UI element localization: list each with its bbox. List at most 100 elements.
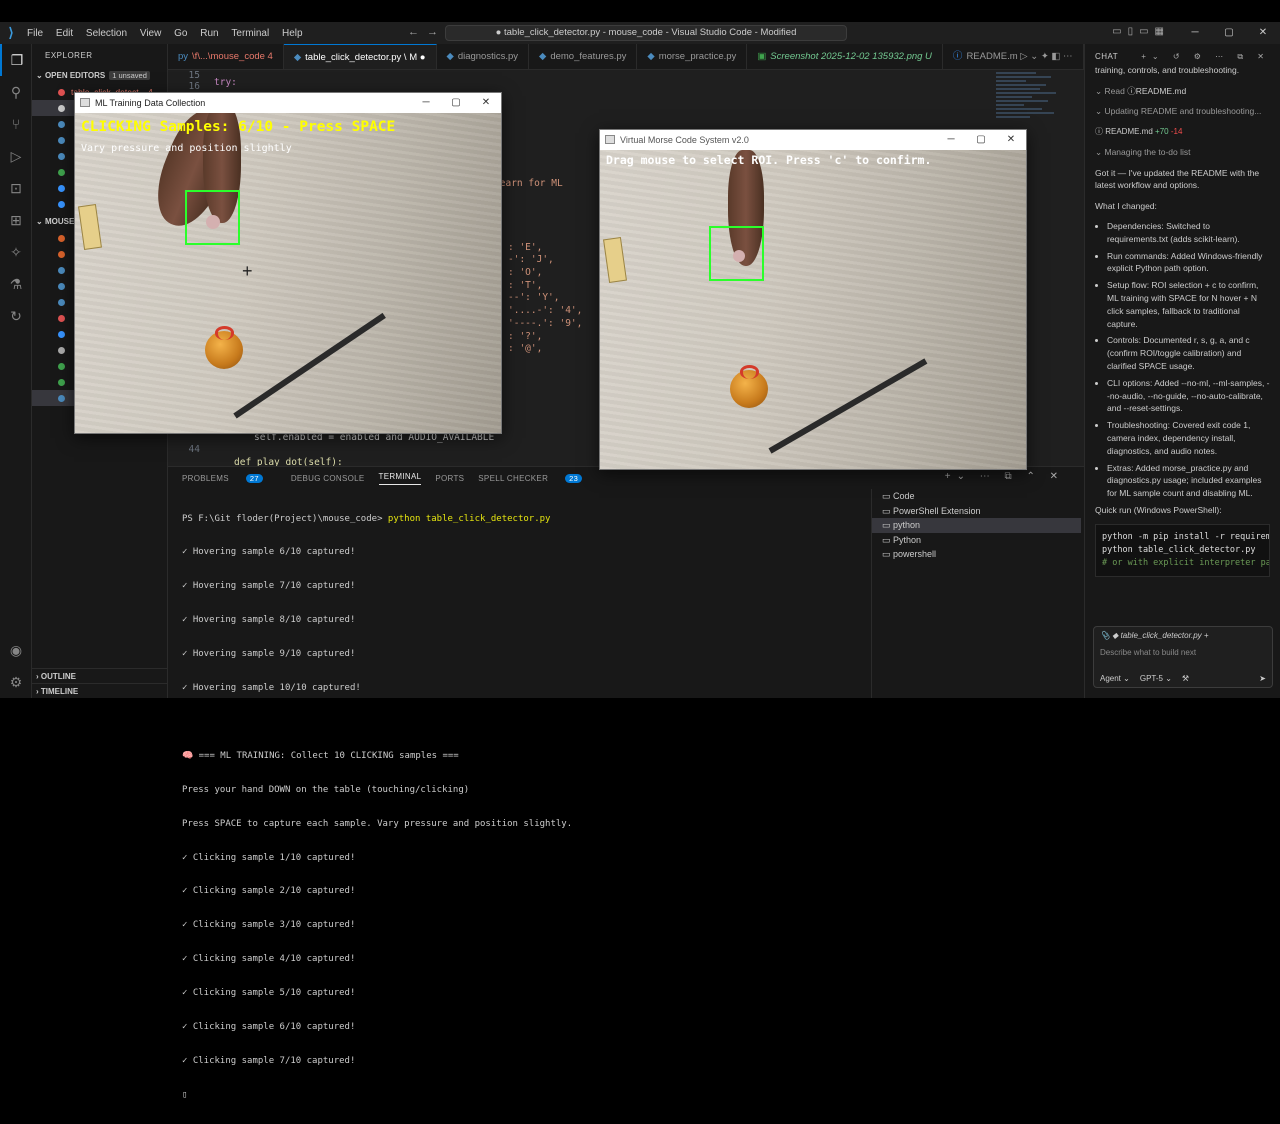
code-fragment: -': 'J', (508, 254, 554, 265)
nav-arrows[interactable]: ←→ (408, 26, 446, 38)
menu-edit[interactable]: Edit (51, 28, 78, 39)
layout-toggle-icons[interactable]: ▭▯▭▦ (1112, 26, 1170, 37)
live-share-icon[interactable]: ↻ (0, 300, 32, 332)
code-fragment: try: (214, 77, 237, 88)
menu-terminal[interactable]: Terminal (226, 28, 274, 39)
vscode-logo-icon: ⟩ (8, 25, 14, 40)
folder-label: MOUSE (44, 217, 75, 226)
search-icon[interactable]: ⚲ (0, 76, 32, 108)
chat-input-placeholder[interactable]: Describe what to build next (1094, 644, 1272, 661)
close-icon[interactable]: ✕ (1246, 22, 1280, 44)
tab-label: demo_features.py (550, 51, 627, 62)
tab-readme[interactable]: ⓘ README.m ▷ ⌄ ✦ ◧ ⋯ (943, 44, 1084, 69)
close-icon[interactable]: ✕ (471, 93, 501, 113)
maximize-icon[interactable]: ▢ (966, 130, 996, 150)
tab-terminal[interactable]: TERMINAL (378, 472, 422, 485)
tab-diagnostics[interactable]: ◆ diagnostics.py (437, 44, 530, 69)
remote-explorer-icon[interactable]: ⊡ (0, 172, 32, 204)
chat-read-step[interactable]: ⌄ Read ⓘREADME.md (1085, 85, 1280, 98)
config-file-icon (58, 251, 65, 259)
tab-table-click-detector[interactable]: ◆ table_click_detector.py \ M ● (283, 44, 437, 69)
terminal-line: Press SPACE to capture each sample. Vary… (182, 818, 573, 829)
testing-icon[interactable]: ⚗ (0, 268, 32, 300)
maximize-icon[interactable]: ▢ (1212, 22, 1246, 44)
terminal-item-code[interactable]: ▭ Code (872, 489, 1081, 504)
tools-icon[interactable]: ⚒ (1182, 674, 1189, 683)
minimize-icon[interactable]: ─ (936, 130, 966, 150)
morse-camera-feed[interactable]: Drag mouse to select ROI. Press 'c' to c… (600, 150, 1026, 469)
bottom-panel: PROBLEMS 27 DEBUG CONSOLE TERMINAL PORTS … (168, 466, 1084, 1100)
explorer-icon[interactable]: ❐ (0, 44, 32, 76)
menu-file[interactable]: File (22, 28, 48, 39)
chat-input-box[interactable]: 📎 ◆ table_click_detector.py + Describe w… (1093, 626, 1273, 688)
problems-count-badge: 27 (245, 473, 263, 483)
timeline-section[interactable]: › TIMELINE (32, 683, 168, 698)
info-file-icon (58, 201, 65, 209)
tab-spell-checker[interactable]: SPELL CHECKER 23 (478, 473, 596, 483)
panel-controls[interactable]: +⌄ ⋯ ⧉ ⌃ ✕ (945, 471, 1064, 482)
send-icon[interactable]: ➤ (1259, 674, 1266, 683)
ml-camera-feed[interactable]: + CLICKING Samples: 6/10 - Press SPACE V… (75, 113, 501, 433)
terminal-cursor: ▯ (182, 1089, 188, 1100)
roi-box[interactable] (185, 190, 240, 245)
close-icon[interactable]: ✕ (996, 130, 1026, 150)
account-icon[interactable]: ◉ (0, 634, 32, 666)
terminal-item-powershell-extension[interactable]: ▭ PowerShell Extension (872, 504, 1081, 519)
tab-label: Screenshot 2025-12-02 135932.png U (770, 51, 932, 62)
menu-go[interactable]: Go (169, 28, 192, 39)
tab-screenshot[interactable]: ▣ Screenshot 2025-12-02 135932.png U (747, 44, 943, 69)
morse-window-titlebar[interactable]: Virtual Morse Code System v2.0 ─ ▢ ✕ (600, 130, 1026, 150)
change-item: Extras: Added morse_practice.py and diag… (1107, 462, 1272, 500)
chat-header-controls[interactable]: +⌄ ↺ ⚙ ⋯ ⧉ ✕ (1141, 44, 1270, 70)
menu-selection[interactable]: Selection (81, 28, 132, 39)
menu-help[interactable]: Help (277, 28, 308, 39)
line-number: 15 (188, 70, 200, 81)
open-editors-section[interactable]: ⌄ OPEN EDITORS 1 unsaved (32, 68, 167, 84)
terminal-item-label: powershell (893, 549, 937, 560)
run-debug-icon[interactable]: ▷ (0, 140, 32, 172)
unsaved-dot-icon[interactable]: ● (420, 52, 426, 63)
manage-gear-icon[interactable]: ⚙ (0, 666, 32, 698)
tab-morse-practice[interactable]: ◆ morse_practice.py (637, 44, 748, 69)
code-block[interactable]: python -m pip install -r requirem python … (1095, 524, 1270, 578)
orange-ball (730, 365, 768, 408)
mode-dropdown[interactable]: Agent ⌄ (1100, 674, 1130, 683)
tab-label: \f\...\mouse_code 4 (192, 51, 273, 62)
terminal-item-python[interactable]: ▭ Python (872, 533, 1081, 548)
outline-section[interactable]: › OUTLINE (32, 668, 168, 683)
python-file-icon (58, 153, 65, 161)
tab-ports[interactable]: PORTS (435, 474, 464, 483)
tab-demo-features[interactable]: ◆ demo_features.py (529, 44, 638, 69)
terminal-item-python-active[interactable]: ▭ python (872, 518, 1081, 533)
terminal-item-powershell[interactable]: ▭ powershell (872, 547, 1081, 562)
tab-label: README.m (966, 51, 1018, 62)
tab-problems[interactable]: PROBLEMS 27 (182, 473, 277, 483)
roi-box[interactable] (709, 226, 764, 281)
python-file-icon: ◆ (293, 52, 302, 63)
ml-window-titlebar[interactable]: ML Training Data Collection ─ ▢ ✕ (75, 93, 501, 113)
tab-mouse-code[interactable]: py \f\...\mouse_code 4 (168, 44, 284, 69)
context-chip[interactable]: 📎 ◆ table_click_detector.py + (1094, 627, 1272, 644)
menu-run[interactable]: Run (195, 28, 223, 39)
run-icon[interactable]: ▷ ⌄ ✦ ◧ ⋯ (1020, 51, 1072, 62)
minimize-icon[interactable]: ─ (411, 93, 441, 113)
morse-window-title: Virtual Morse Code System v2.0 (620, 135, 749, 145)
minimize-icon[interactable]: ─ (1178, 22, 1212, 44)
terminal-output[interactable]: PS F:\Git floder(Project)\mouse_code> py… (182, 491, 862, 1124)
python-file-icon (58, 283, 65, 291)
copilot-icon[interactable]: ✧ (0, 236, 32, 268)
menu-view[interactable]: View (135, 28, 167, 39)
chat-diff-chip[interactable]: ⓘ README.md +70 -14 (1085, 126, 1280, 139)
maximize-icon[interactable]: ▢ (441, 93, 471, 113)
chat-input-toolbar: Agent ⌄ GPT-5 ⌄ ⚒ ➤ (1100, 674, 1266, 683)
source-control-icon[interactable]: ⑂ (0, 108, 32, 140)
terminal-list: ▭ Code ▭ PowerShell Extension ▭ python ▭… (871, 489, 1081, 699)
model-dropdown[interactable]: GPT-5 ⌄ (1140, 674, 1172, 683)
tab-debug-console[interactable]: DEBUG CONSOLE (291, 474, 365, 483)
extensions-icon[interactable]: ⊞ (0, 204, 32, 236)
diff-removed: -14 (1170, 126, 1183, 136)
command-center-search[interactable]: ● table_click_detector.py - mouse_code -… (445, 25, 847, 41)
chat-todo-step[interactable]: ⌄ Managing the to-do list (1085, 146, 1280, 159)
chat-updating-step[interactable]: ⌄ Updating README and troubleshooting... (1085, 105, 1280, 118)
chat-summary: Got it — I've updated the README with th… (1095, 167, 1260, 191)
